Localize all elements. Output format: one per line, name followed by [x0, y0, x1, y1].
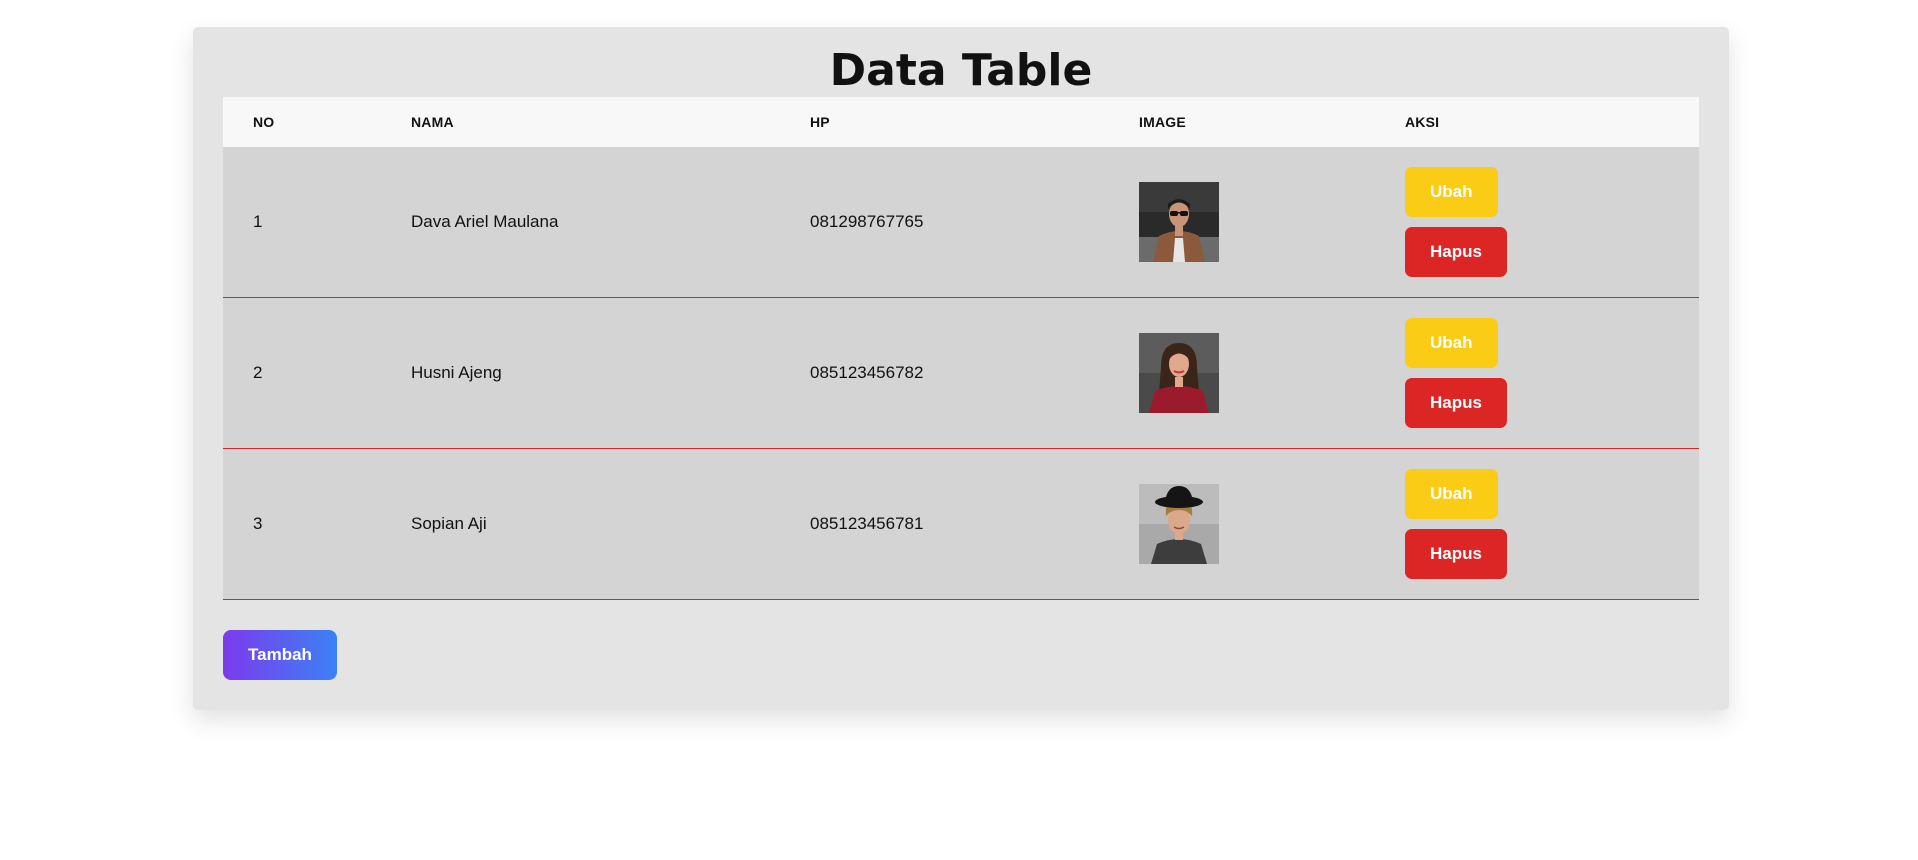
- row-actions: Ubah Hapus: [1405, 167, 1507, 277]
- row-phone: 081298767765: [810, 212, 924, 231]
- table-row: 3 Sopian Aji 085123456781 Ubah Hapus: [223, 449, 1699, 600]
- row-number: 2: [253, 363, 263, 382]
- add-button[interactable]: Tambah: [223, 630, 337, 680]
- data-table: NO NAMA HP IMAGE AKSI 1 Dava Ariel Maula…: [223, 97, 1699, 600]
- man-with-black-hat-photo: [1139, 484, 1219, 564]
- row-number: 3: [253, 514, 263, 533]
- column-header-image: IMAGE: [1139, 114, 1186, 130]
- woman-in-red-sweater-photo: [1139, 333, 1219, 413]
- data-table-card: Data Table NO NAMA HP IMAGE AKSI 1 Dava …: [193, 27, 1729, 710]
- row-actions: Ubah Hapus: [1405, 318, 1507, 428]
- edit-button[interactable]: Ubah: [1405, 469, 1498, 519]
- row-number: 1: [253, 212, 263, 231]
- table-header-row: NO NAMA HP IMAGE AKSI: [223, 97, 1699, 147]
- row-name: Sopian Aji: [411, 514, 487, 533]
- man-with-sunglasses-photo: [1139, 182, 1219, 262]
- edit-button[interactable]: Ubah: [1405, 318, 1498, 368]
- delete-button[interactable]: Hapus: [1405, 227, 1507, 277]
- page-title: Data Table: [829, 45, 1093, 96]
- row-name: Husni Ajeng: [411, 363, 502, 382]
- row-phone: 085123456781: [810, 514, 924, 533]
- column-header-nama: NAMA: [411, 114, 454, 130]
- delete-button[interactable]: Hapus: [1405, 378, 1507, 428]
- row-actions: Ubah Hapus: [1405, 469, 1507, 579]
- table-row: 1 Dava Ariel Maulana 081298767765 Ubah H…: [223, 147, 1699, 298]
- delete-button[interactable]: Hapus: [1405, 529, 1507, 579]
- column-header-aksi: AKSI: [1405, 114, 1440, 130]
- row-name: Dava Ariel Maulana: [411, 212, 559, 231]
- table-row: 2 Husni Ajeng 085123456782 Ubah Hapus: [223, 298, 1699, 449]
- column-header-hp: HP: [810, 114, 830, 130]
- edit-button[interactable]: Ubah: [1405, 167, 1498, 217]
- column-header-no: NO: [253, 114, 275, 130]
- row-phone: 085123456782: [810, 363, 924, 382]
